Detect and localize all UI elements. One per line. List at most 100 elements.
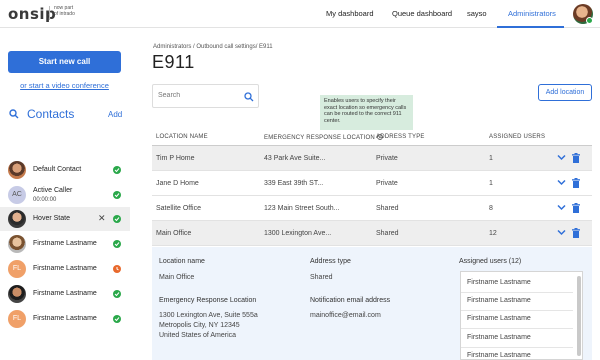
erl-cell: 43 Park Ave Suite... — [264, 155, 326, 162]
assigned-users-label: Assigned users (12) — [459, 258, 522, 265]
contact-item[interactable]: Firstname Lastname — [0, 232, 130, 256]
call-timer: 00:00:00 — [33, 197, 57, 203]
contact-name: Firstname Lastname — [33, 290, 97, 297]
contact-avatar — [8, 161, 26, 179]
logo-tagline-line2: of intrado — [54, 11, 75, 17]
erl-cell: 1300 Lexington Ave... — [264, 230, 332, 237]
trash-icon[interactable] — [572, 228, 580, 240]
column-header-label: EMERGENCY RESPONSE LOCATION — [264, 135, 375, 141]
chevron-down-icon[interactable] — [557, 204, 566, 213]
available-status-icon — [113, 240, 121, 248]
address-type-cell: Private — [376, 155, 398, 162]
notification-email-value: mainoffice@email.com — [310, 312, 381, 319]
contact-avatar-initials: FL — [8, 260, 26, 278]
start-new-call-button[interactable]: Start new call — [8, 51, 121, 73]
erl-info-tooltip: Enables users to specify their exact loc… — [320, 95, 413, 130]
column-header-assigned-users[interactable]: ASSIGNED USERS — [489, 134, 545, 140]
list-divider — [461, 292, 573, 293]
chevron-down-icon[interactable] — [557, 229, 566, 238]
video-conference-link[interactable]: or start a video conference — [8, 81, 121, 90]
trash-icon[interactable] — [572, 203, 580, 215]
available-status-icon — [113, 315, 121, 323]
location-name-label: Location name — [159, 258, 205, 265]
table-row[interactable]: Jane D Home 339 East 39th ST... Private … — [152, 171, 592, 196]
table-row-expanded[interactable]: Main Office 1300 Lexington Ave... Shared… — [152, 221, 592, 246]
assigned-user-item[interactable]: Firstname Lastname — [467, 279, 531, 286]
notification-email-label: Notification email address — [310, 297, 391, 304]
contact-name: Hover State — [33, 215, 70, 222]
logo-divider — [49, 6, 50, 20]
assigned-user-item[interactable]: Firstname Lastname — [467, 352, 531, 359]
close-icon[interactable]: ✕ — [98, 213, 106, 224]
erl-cell: 339 East 39th ST... — [264, 180, 324, 187]
list-divider — [461, 328, 573, 329]
assigned-users-cell: 8 — [489, 205, 493, 212]
list-divider — [461, 347, 573, 348]
chevron-down-icon[interactable] — [557, 154, 566, 163]
erl-label: Emergency Response Location — [159, 297, 257, 304]
contact-avatar — [8, 210, 26, 228]
address-type-cell: Private — [376, 180, 398, 187]
available-status-icon — [113, 191, 121, 199]
nav-sayso[interactable]: sayso — [467, 9, 487, 18]
list-scrollbar[interactable] — [577, 276, 581, 356]
location-name-cell: Satellite Office — [156, 205, 202, 212]
assigned-users-cell: 1 — [489, 155, 493, 162]
contact-name: Active Caller — [33, 187, 73, 194]
contact-avatar — [8, 235, 26, 253]
available-status-icon — [113, 290, 121, 298]
contact-item[interactable]: FL Firstname Lastname — [0, 307, 130, 331]
contacts-search-icon[interactable] — [9, 109, 19, 121]
location-name-cell: Tim P Home — [156, 155, 195, 162]
contact-avatar-initials: FL — [8, 310, 26, 328]
assigned-users-cell: 12 — [489, 230, 497, 237]
location-detail-panel: Location name Main Office Address type S… — [152, 247, 592, 360]
assigned-users-cell: 1 — [489, 180, 493, 187]
trash-icon[interactable] — [572, 178, 580, 190]
column-header-address-type[interactable]: ADDRESS TYPE — [376, 134, 425, 140]
address-type-cell: Shared — [376, 205, 399, 212]
contact-item[interactable]: Default Contact — [0, 158, 130, 182]
address-type-cell: Shared — [376, 230, 399, 237]
address-type-value: Shared — [310, 274, 333, 281]
column-header-emergency-response-location[interactable]: EMERGENCY RESPONSE LOCATION — [264, 134, 383, 141]
contact-item[interactable]: FL Firstname Lastname — [0, 257, 130, 281]
away-status-icon — [113, 265, 121, 273]
available-status-icon — [113, 215, 121, 223]
assigned-user-item[interactable]: Firstname Lastname — [467, 297, 531, 304]
location-name-value: Main Office — [159, 274, 195, 281]
nav-my-dashboard[interactable]: My dashboard — [326, 9, 374, 18]
add-location-button[interactable]: Add location — [538, 84, 592, 101]
table-row[interactable]: Tim P Home 43 Park Ave Suite... Private … — [152, 146, 592, 171]
assigned-user-item[interactable]: Firstname Lastname — [467, 334, 531, 341]
nav-administrators[interactable]: Administrators — [508, 9, 556, 18]
address-type-label: Address type — [310, 258, 351, 265]
page-title: E911 — [152, 52, 195, 72]
user-status-indicator — [586, 17, 593, 24]
search-icon[interactable] — [244, 92, 254, 104]
nav-queue-dashboard[interactable]: Queue dashboard — [392, 9, 452, 18]
table-row[interactable]: Satellite Office 123 Main Street South..… — [152, 196, 592, 221]
erl-address-line1: 1300 Lexington Ave, Suite 555a — [159, 312, 258, 319]
location-search-field[interactable] — [152, 84, 259, 108]
chevron-down-icon[interactable] — [557, 179, 566, 188]
active-nav-indicator — [497, 26, 564, 28]
location-name-cell: Main Office — [156, 230, 192, 237]
contact-name: Default Contact — [33, 166, 82, 173]
erl-address-line3: United States of America — [159, 332, 237, 339]
assigned-user-item[interactable]: Firstname Lastname — [467, 315, 531, 322]
logo-tagline: now part of intrado — [54, 5, 75, 17]
contact-item[interactable]: AC Active Caller 00:00:00 — [0, 183, 130, 207]
search-input[interactable] — [158, 92, 238, 99]
contact-name: Firstname Lastname — [33, 265, 97, 272]
breadcrumb: Administrators / Outbound call settings/… — [153, 44, 273, 50]
column-header-location-name[interactable]: LOCATION NAME — [156, 134, 208, 140]
contact-item[interactable]: Hover State ✕ — [0, 207, 130, 231]
add-contact-link[interactable]: Add — [108, 110, 122, 119]
assigned-users-list[interactable]: Firstname Lastname Firstname Lastname Fi… — [460, 271, 583, 360]
erl-cell: 123 Main Street South... — [264, 205, 340, 212]
trash-icon[interactable] — [572, 153, 580, 165]
location-name-cell: Jane D Home — [156, 180, 199, 187]
contact-item[interactable]: Firstname Lastname — [0, 282, 130, 306]
contact-avatar — [8, 285, 26, 303]
